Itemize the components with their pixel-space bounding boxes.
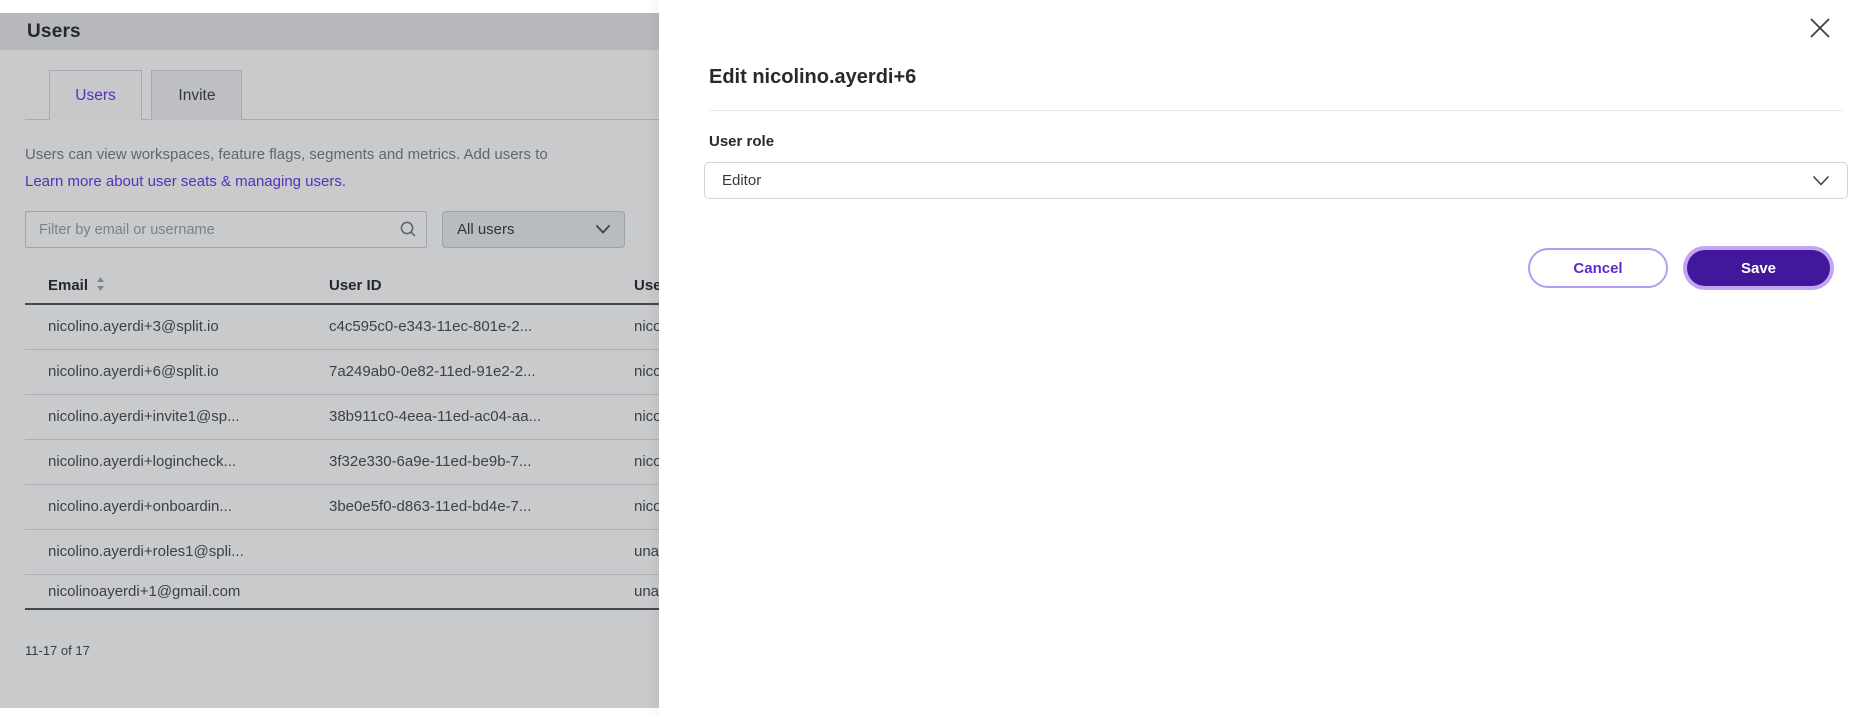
user-role-label: User role <box>709 133 774 150</box>
divider <box>709 110 1843 111</box>
cancel-button[interactable]: Cancel <box>1528 248 1668 288</box>
edit-user-panel: Edit nicolino.ayerdi+6 User role Editor … <box>659 0 1856 716</box>
screen: Users Users Invite Users can view worksp… <box>0 0 1856 716</box>
save-button[interactable]: Save <box>1687 250 1830 286</box>
user-role-select[interactable]: Editor <box>704 162 1848 199</box>
chevron-down-icon <box>1813 176 1829 186</box>
user-role-value: Editor <box>722 172 761 189</box>
close-icon[interactable] <box>1806 15 1834 43</box>
panel-title: Edit nicolino.ayerdi+6 <box>709 66 916 89</box>
